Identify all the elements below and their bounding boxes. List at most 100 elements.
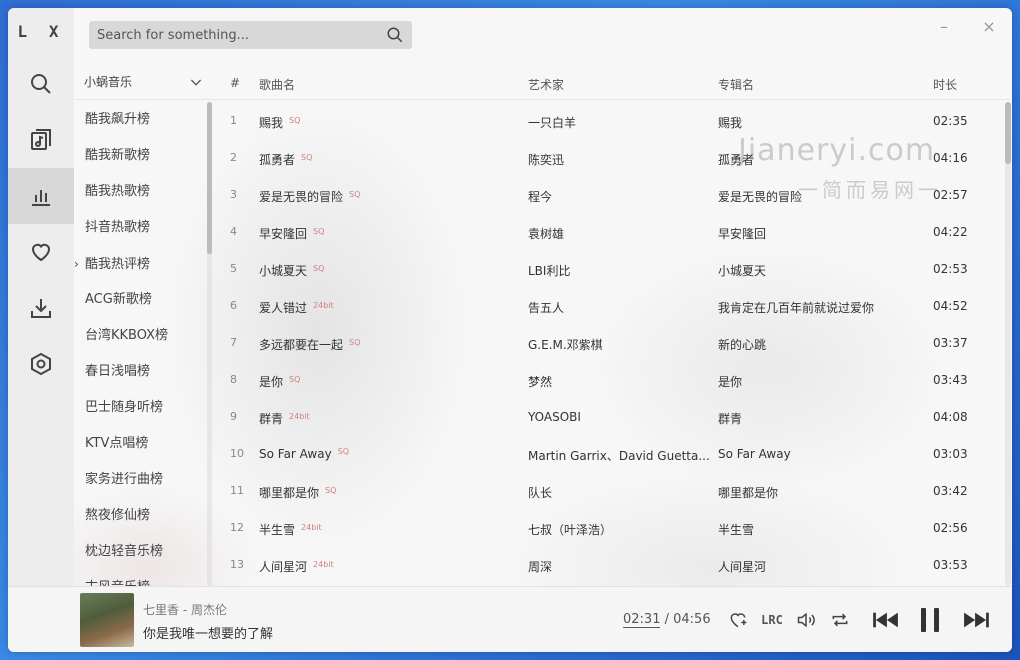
row-song-name: 赐我 bbox=[259, 116, 284, 130]
row-song-name: 人间星河 bbox=[259, 560, 308, 574]
quality-badge: SQ bbox=[313, 264, 325, 273]
row-album: 新的心跳 bbox=[718, 338, 767, 352]
row-song-name-cell: So Far Away SQ bbox=[259, 447, 349, 461]
board-list-item[interactable]: 酷我新歌榜 bbox=[74, 138, 214, 174]
board-list-item[interactable]: 酷我热歌榜 bbox=[74, 174, 214, 210]
row-song-name-cell: 赐我 SQ bbox=[259, 114, 300, 131]
quality-badge: SQ bbox=[313, 227, 325, 236]
board-list-item[interactable]: › 酷我热评榜 bbox=[74, 246, 214, 282]
row-duration: 04:52 bbox=[933, 299, 968, 313]
quality-badge: 24bit bbox=[313, 301, 334, 310]
row-album: 是你 bbox=[718, 375, 743, 389]
quality-badge: SQ bbox=[289, 375, 301, 384]
song-table-scrollbar[interactable] bbox=[1005, 102, 1011, 164]
table-row[interactable]: 8 是你 SQ 梦然 是你 03:43 bbox=[214, 361, 1004, 398]
search-input[interactable] bbox=[97, 27, 386, 43]
previous-icon bbox=[873, 612, 898, 628]
quality-badge: SQ bbox=[349, 338, 361, 347]
row-duration: 02:57 bbox=[933, 188, 968, 202]
board-list-item[interactable]: 春日浅唱榜 bbox=[74, 354, 214, 390]
search-icon[interactable] bbox=[386, 26, 404, 44]
row-number: 8 bbox=[230, 373, 237, 386]
row-number: 4 bbox=[230, 225, 237, 238]
table-row[interactable]: 13 人间星河 24bit 周深 人间星河 03:53 bbox=[214, 546, 1004, 583]
now-playing-title[interactable]: 七里香 - 周杰伦 bbox=[143, 601, 227, 618]
table-row[interactable]: 7 多远都要在一起 SQ G.E.M.邓紫棋 新的心跳 03:37 bbox=[214, 324, 1004, 361]
desktop-lyric-button[interactable]: LRC bbox=[758, 608, 786, 632]
table-row[interactable]: 1 赐我 SQ 一只白羊 赐我 02:35 bbox=[214, 102, 1004, 139]
row-song-name-cell: 哪里都是你 SQ bbox=[259, 484, 336, 501]
table-row[interactable]: 12 半生雪 24bit 七叔（叶泽浩） 半生雪 02:56 bbox=[214, 509, 1004, 546]
board-source-select[interactable]: 小蜗音乐 bbox=[74, 64, 214, 100]
row-duration: 03:43 bbox=[933, 373, 968, 387]
board-list-item[interactable]: 古风音乐榜 bbox=[74, 570, 214, 586]
board-list-item[interactable]: ACG新歌榜 bbox=[74, 282, 214, 318]
volume-button[interactable] bbox=[794, 608, 818, 632]
row-artist: LBI利比 bbox=[528, 264, 571, 278]
row-artist: 队长 bbox=[528, 486, 553, 500]
board-list-item[interactable]: 家务进行曲榜 bbox=[74, 462, 214, 498]
download-icon bbox=[31, 299, 51, 318]
board-list-item[interactable]: 巴士随身听榜 bbox=[74, 390, 214, 426]
pause-button[interactable] bbox=[914, 603, 946, 637]
board-list-item-label: 酷我热评榜 bbox=[85, 257, 151, 272]
header-artist: 艺术家 bbox=[528, 78, 565, 92]
board-list-item-label: 春日浅唱榜 bbox=[85, 364, 151, 379]
table-row[interactable]: 3 爱是无畏的冒险 SQ 程今 爱是无畏的冒险 02:57 bbox=[214, 176, 1004, 213]
close-button[interactable]: × bbox=[979, 16, 999, 36]
previous-track-button[interactable] bbox=[870, 606, 902, 634]
rail-settings-button[interactable] bbox=[8, 336, 74, 392]
board-list-scrollbar[interactable] bbox=[207, 102, 212, 254]
song-table-scroll-track[interactable] bbox=[1005, 102, 1011, 586]
row-artist: 七叔（叶泽浩） bbox=[528, 523, 613, 537]
board-list-item-label: 家务进行曲榜 bbox=[85, 472, 164, 487]
row-duration: 04:08 bbox=[933, 410, 968, 424]
board-list-item[interactable]: 酷我飙升榜 bbox=[74, 102, 214, 138]
next-track-button[interactable] bbox=[960, 606, 992, 634]
table-row[interactable]: 4 早安隆回 SQ 袁树雄 早安隆回 04:22 bbox=[214, 213, 1004, 250]
quality-badge: SQ bbox=[325, 486, 337, 495]
active-caret-icon: › bbox=[74, 257, 79, 271]
row-song-name-cell: 孤勇者 SQ bbox=[259, 151, 312, 168]
board-list-item[interactable]: 台湾KKBOX榜 bbox=[74, 318, 214, 354]
board-list-item-label: 熬夜修仙榜 bbox=[85, 508, 151, 523]
row-duration: 03:03 bbox=[933, 447, 968, 461]
minimize-button[interactable]: – bbox=[934, 16, 954, 36]
row-album: 群青 bbox=[718, 412, 743, 426]
row-song-name: 爱是无畏的冒险 bbox=[259, 190, 344, 204]
rail-song-list-button[interactable] bbox=[8, 112, 74, 168]
board-list-item[interactable]: 枕边轻音乐榜 bbox=[74, 534, 214, 570]
table-row[interactable]: 11 哪里都是你 SQ 队长 哪里都是你 03:42 bbox=[214, 472, 1004, 509]
row-artist: 程今 bbox=[528, 190, 553, 204]
row-song-name-cell: 群青 24bit bbox=[259, 410, 310, 427]
add-to-list-icon bbox=[730, 613, 747, 628]
rail-favorites-button[interactable] bbox=[8, 224, 74, 280]
table-row[interactable]: 2 孤勇者 SQ 陈奕迅 孤勇者 04:16 bbox=[214, 139, 1004, 176]
board-list: 酷我飙升榜 酷我新歌榜 酷我热歌榜 抖音热歌榜 › 酷我热评榜 ACG新歌榜 台湾KKBOX榜… bbox=[74, 102, 214, 586]
table-row[interactable]: 6 爱人错过 24bit 告五人 我肯定在几百年前就说过爱你 04:52 bbox=[214, 287, 1004, 324]
table-row[interactable]: 9 群青 24bit YOASOBI 群青 04:08 bbox=[214, 398, 1004, 435]
row-number: 3 bbox=[230, 188, 237, 201]
board-list-item-label: KTV点唱榜 bbox=[85, 436, 149, 451]
quality-badge: SQ bbox=[289, 116, 301, 125]
table-row[interactable]: 5 小城夏天 SQ LBI利比 小城夏天 02:53 bbox=[214, 250, 1004, 287]
row-artist: YOASOBI bbox=[528, 410, 581, 424]
time-separator: / bbox=[660, 612, 674, 627]
rail-download-button[interactable] bbox=[8, 280, 74, 336]
add-to-list-button[interactable] bbox=[726, 608, 750, 632]
search-box[interactable] bbox=[89, 21, 412, 49]
board-list-item[interactable]: KTV点唱榜 bbox=[74, 426, 214, 462]
row-artist: 袁树雄 bbox=[528, 227, 565, 241]
row-album: 孤勇者 bbox=[718, 153, 755, 167]
quality-badge: SQ bbox=[349, 190, 361, 199]
rail-search-button[interactable] bbox=[8, 56, 74, 112]
quality-badge: 24bit bbox=[313, 560, 334, 569]
board-list-item[interactable]: 熬夜修仙榜 bbox=[74, 498, 214, 534]
table-row[interactable]: 10 So Far Away SQ Martin Garrix、David Guett… bbox=[214, 435, 1004, 472]
album-cover[interactable] bbox=[80, 593, 134, 647]
row-number: 9 bbox=[230, 410, 237, 423]
rail-leaderboard-button[interactable] bbox=[8, 168, 74, 224]
board-list-item[interactable]: 抖音热歌榜 bbox=[74, 210, 214, 246]
repeat-mode-button[interactable] bbox=[828, 608, 852, 632]
row-song-name: 是你 bbox=[259, 375, 284, 389]
